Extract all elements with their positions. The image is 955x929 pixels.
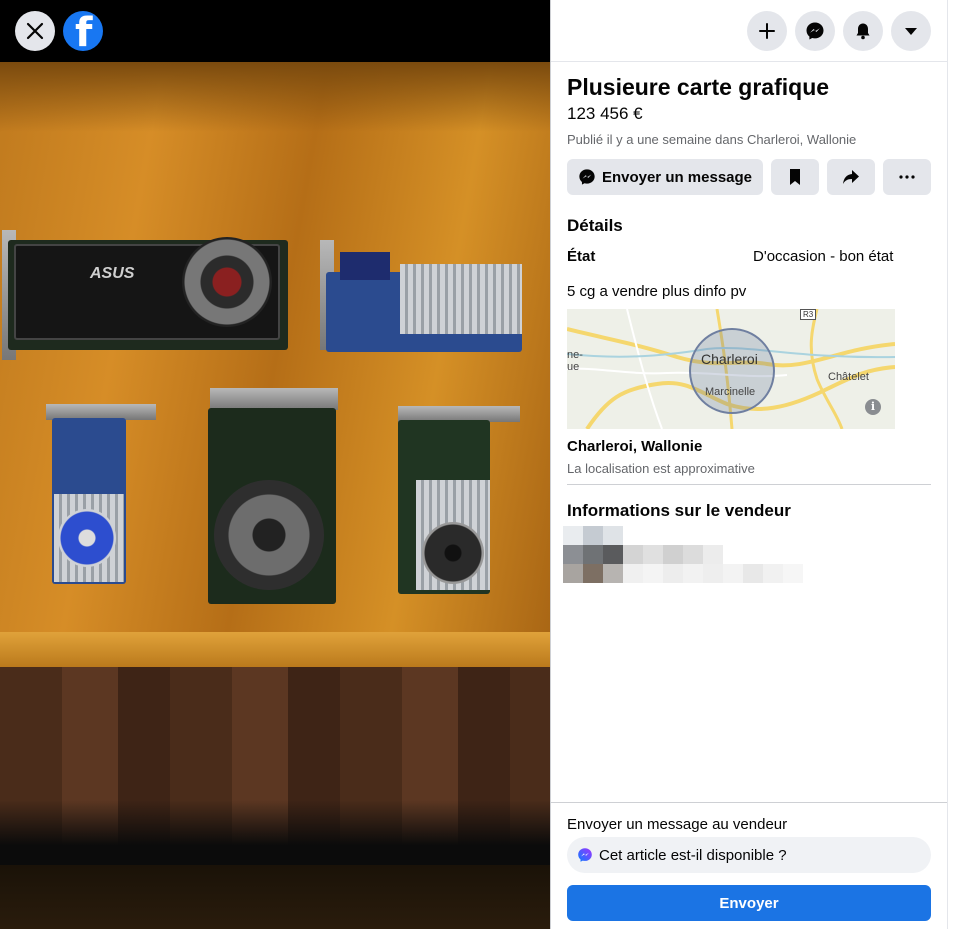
more-icon <box>899 175 915 179</box>
messenger-icon <box>578 848 592 862</box>
messenger-icon <box>806 22 824 40</box>
listing-posted-info[interactable]: Publié il y a une semaine dans Charleroi… <box>567 131 856 148</box>
save-button[interactable] <box>771 159 819 195</box>
facebook-logo-icon[interactable]: f <box>63 11 103 51</box>
messenger-icon <box>579 169 595 185</box>
listing-panel: Plusieure carte grafique 123 456 € Publi… <box>550 0 948 929</box>
share-icon <box>843 170 859 184</box>
caret-down-icon <box>905 28 917 35</box>
send-message-label: Envoyer un message <box>601 168 753 186</box>
info-icon[interactable]: i <box>865 399 881 415</box>
seller-info-blurred <box>563 526 803 583</box>
map-city-label: Charleroi <box>701 351 758 367</box>
notifications-button[interactable] <box>843 11 883 51</box>
condition-value: D'occasion - bon état <box>753 248 894 265</box>
send-message-button[interactable]: Envoyer un message <box>567 159 763 195</box>
condition-label: État <box>567 248 596 265</box>
share-button[interactable] <box>827 159 875 195</box>
location-note: La localisation est approximative <box>567 461 755 476</box>
listing-description: 5 cg a vendre plus dinfo pv <box>567 283 747 300</box>
message-input-text: Cet article est-il disponible ? <box>599 846 787 864</box>
plus-icon <box>759 23 775 39</box>
message-seller-label: Envoyer un message au vendeur <box>567 816 788 833</box>
close-button[interactable] <box>15 11 55 51</box>
messenger-button[interactable] <box>795 11 835 51</box>
map-label-chatelet: Châtelet <box>828 371 869 383</box>
scrollbar[interactable] <box>947 0 955 929</box>
location-radius <box>689 328 775 414</box>
close-icon <box>26 22 44 40</box>
more-options-button[interactable] <box>883 159 931 195</box>
message-seller-footer: Envoyer un message au vendeur Cet articl… <box>551 802 948 929</box>
viewer-topbar: f <box>0 0 550 62</box>
details-heading: Détails <box>567 216 623 235</box>
account-menu-button[interactable] <box>891 11 931 51</box>
location-map[interactable]: Charleroi Marcinelle Châtelet ne- ue R3 … <box>567 309 895 429</box>
message-input[interactable]: Cet article est-il disponible ? <box>567 837 931 873</box>
road-sign-r3: R3 <box>800 309 817 320</box>
send-button[interactable]: Envoyer <box>567 885 931 921</box>
bell-icon <box>856 23 870 40</box>
listing-photo: ASUS <box>0 62 550 865</box>
divider <box>567 484 931 485</box>
map-label-marcinelle: Marcinelle <box>705 386 756 398</box>
listing-price: 123 456 € <box>567 104 643 123</box>
panel-header <box>551 0 948 62</box>
seller-heading: Informations sur le vendeur <box>567 501 791 520</box>
bookmark-icon <box>790 169 800 185</box>
create-button[interactable] <box>747 11 787 51</box>
photo-viewer: f ASUS <box>0 0 550 929</box>
map-label-edge-2: ue <box>567 361 580 373</box>
location-name: Charleroi, Wallonie <box>567 438 703 455</box>
map-label-edge-1: ne- <box>567 349 583 361</box>
listing-title: Plusieure carte grafique <box>567 74 830 100</box>
